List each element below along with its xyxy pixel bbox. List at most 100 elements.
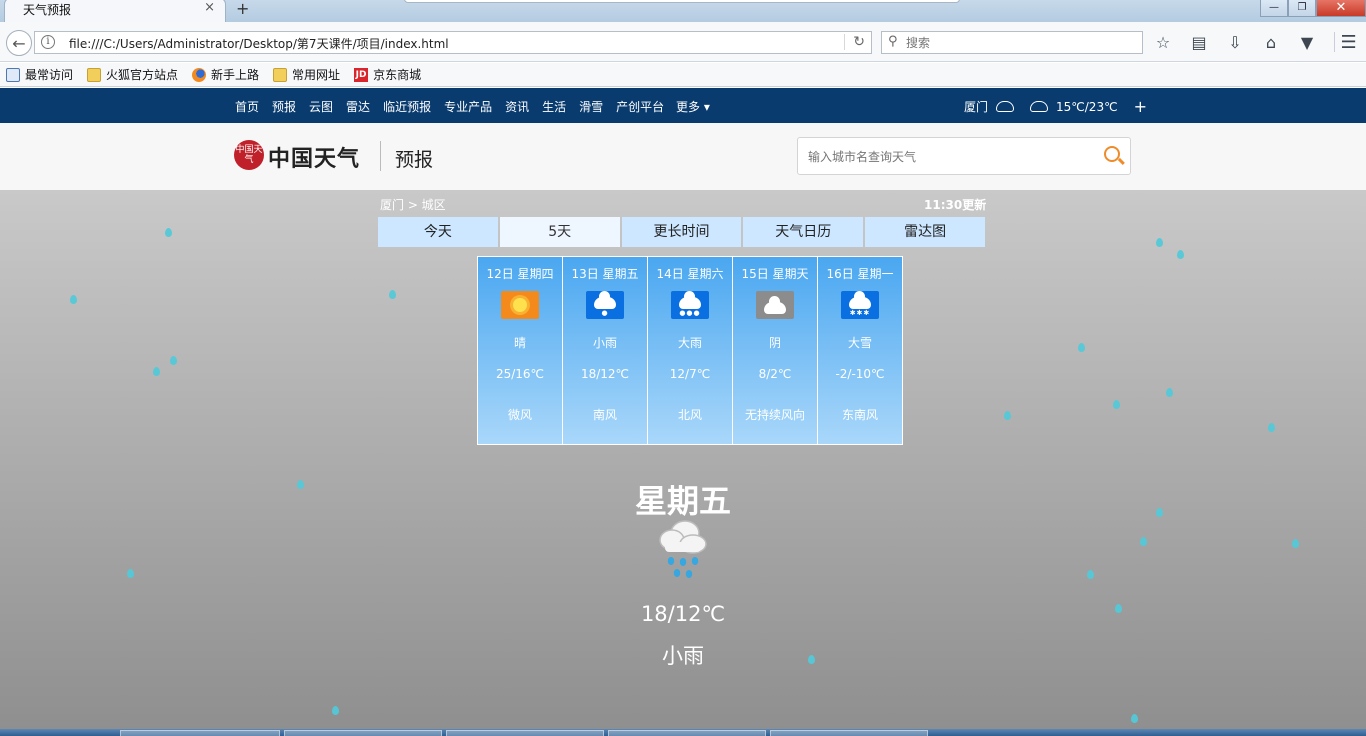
add-city-button[interactable]: + — [1134, 97, 1147, 116]
tab-longer[interactable]: 更长时间 — [621, 217, 742, 247]
nav-link-home[interactable]: 首页 — [235, 98, 259, 115]
logo-divider — [380, 141, 381, 171]
nav-link-radar[interactable]: 雷达 — [346, 98, 370, 115]
taskbar-button[interactable] — [770, 730, 928, 736]
nav-city[interactable]: 厦门 — [964, 98, 988, 115]
bookmark-firefox-site[interactable]: 火狐官方站点 — [87, 66, 178, 83]
raindrop — [170, 356, 177, 365]
sunny-icon — [501, 291, 539, 319]
reading-list-icon[interactable]: ▤ — [1188, 32, 1210, 52]
url-bar[interactable]: i file:///C:/Users/Administrator/Desktop… — [34, 31, 872, 54]
nav-link-forecast[interactable]: 预报 — [272, 98, 296, 115]
raindrop — [1156, 238, 1163, 247]
toolbar-icons: ☆ ▤ ⇩ ⌂ ▼ — [1152, 32, 1318, 52]
search-icon[interactable] — [1104, 146, 1120, 162]
nav-link-ski[interactable]: 滑雪 — [579, 98, 603, 115]
nav-link-nowcast[interactable]: 临近预报 — [383, 98, 431, 115]
nav-link-products[interactable]: 专业产品 — [444, 98, 492, 115]
partly-cloudy-icon — [1030, 101, 1049, 112]
forecast-card[interactable]: 16日 星期一 ✱✱✱ 大雪 -2/-10℃ 东南风 — [818, 257, 902, 444]
card-temp: 25/16℃ — [495, 367, 545, 381]
card-date: 16日 星期一 — [826, 267, 894, 281]
browser-search-input[interactable] — [906, 34, 1136, 51]
nav-temp-range: 15℃/23℃ — [1056, 99, 1118, 114]
tab-title: 天气预报 — [23, 3, 72, 17]
city-search-input[interactable] — [808, 148, 1088, 166]
card-temp: 8/2℃ — [758, 367, 792, 381]
card-date: 13日 星期五 — [571, 267, 639, 281]
back-arrow-icon[interactable]: ← — [6, 30, 32, 56]
browser-tabbar: 天气预报 × + — ❐ ✕ — [0, 0, 1366, 22]
forecast-card[interactable]: 14日 星期六 ●●● 大雨 12/7℃ 北风 — [648, 257, 732, 444]
forecast-card[interactable]: 15日 星期天 阴 8/2℃ 无持续风向 — [733, 257, 817, 444]
taskbar-button[interactable] — [446, 730, 604, 736]
raindrop — [389, 290, 396, 299]
card-temp: 18/12℃ — [580, 367, 630, 381]
card-wind: 无持续风向 — [744, 408, 805, 422]
raindrop — [1087, 570, 1094, 579]
raindrop — [1004, 411, 1011, 420]
tab-close-icon[interactable]: × — [204, 0, 215, 15]
logo-seal-icon: 中国天气 — [234, 140, 264, 170]
site-info-icon[interactable]: i — [41, 35, 55, 49]
light-rain-icon: ● — [586, 291, 624, 319]
forecast-tabs: 今天 5天 更长时间 天气日历 雷达图 — [378, 217, 985, 247]
tab-radar[interactable]: 雷达图 — [865, 217, 985, 247]
site-header: 中国天气 中国天气 预报 — [0, 123, 1366, 190]
weather-main: 厦门 > 城区 11:30更新 今天 5天 更长时间 天气日历 雷达图 12日 … — [0, 190, 1366, 729]
browser-tab[interactable]: 天气预报 × — [4, 0, 226, 22]
taskbar-button[interactable] — [120, 730, 280, 736]
nav-more-dropdown[interactable]: 更多 ▾ — [676, 98, 710, 115]
card-condition: 大雪 — [847, 336, 872, 350]
bookmark-most-visited[interactable]: 最常访问 — [6, 66, 73, 83]
bookmark-jd[interactable]: JD 京东商城 — [354, 66, 421, 83]
restore-button[interactable]: ❐ — [1288, 0, 1316, 17]
pocket-icon[interactable]: ▼ — [1296, 32, 1318, 52]
nav-link-life[interactable]: 生活 — [542, 98, 566, 115]
card-condition: 大雨 — [677, 336, 702, 350]
nav-link-cloud[interactable]: 云图 — [309, 98, 333, 115]
url-dropdown-edge — [404, 0, 960, 3]
url-text[interactable]: file:///C:/Users/Administrator/Desktop/第… — [69, 35, 449, 52]
new-tab-button[interactable]: + — [236, 0, 249, 18]
home-icon[interactable]: ⌂ — [1260, 32, 1282, 52]
cloud-icon — [996, 101, 1015, 112]
bookmark-label: 京东商城 — [373, 68, 422, 82]
raindrop — [1166, 388, 1173, 397]
card-condition: 晴 — [513, 336, 526, 350]
raindrop — [1113, 400, 1120, 409]
bookmark-label: 新手上路 — [211, 68, 260, 82]
tab-5-days[interactable]: 5天 — [499, 217, 620, 247]
minimize-button[interactable]: — — [1260, 0, 1288, 17]
forecast-cards: 12日 星期四 晴 25/16℃ 微风 13日 星期五 ● 小雨 18/12℃ … — [477, 256, 903, 445]
card-temp: 12/7℃ — [669, 367, 711, 381]
download-icon[interactable]: ⇩ — [1224, 32, 1246, 52]
bookmark-common-sites[interactable]: 常用网址 — [273, 66, 340, 83]
tab-calendar[interactable]: 天气日历 — [743, 217, 864, 247]
bookmark-label: 最常访问 — [25, 68, 74, 82]
folder-icon — [87, 67, 102, 82]
update-time: 11:30更新 — [924, 198, 987, 212]
taskbar-button[interactable] — [608, 730, 766, 736]
most-visited-icon — [6, 67, 20, 82]
raindrop — [1292, 539, 1299, 548]
nav-weather-widget: 厦门 15℃/23℃ + — [964, 97, 1147, 116]
forecast-card[interactable]: 13日 星期五 ● 小雨 18/12℃ 南风 — [563, 257, 647, 444]
site-logo[interactable]: 中国天气 — [268, 141, 360, 173]
raindrop — [1131, 714, 1138, 723]
taskbar-button[interactable] — [284, 730, 442, 736]
star-icon[interactable]: ☆ — [1152, 32, 1174, 52]
close-window-button[interactable]: ✕ — [1316, 0, 1366, 17]
card-wind: 北风 — [677, 408, 702, 422]
tab-today[interactable]: 今天 — [378, 217, 498, 247]
hamburger-menu-icon[interactable]: ☰ — [1334, 32, 1357, 53]
nav-link-platform[interactable]: 产创平台 — [616, 98, 664, 115]
card-wind: 东南风 — [841, 408, 878, 422]
bookmark-getting-started[interactable]: 新手上路 — [192, 66, 259, 83]
browser-search-box[interactable]: ⚲ — [881, 31, 1143, 54]
forecast-card[interactable]: 12日 星期四 晴 25/16℃ 微风 — [478, 257, 562, 444]
nav-link-news[interactable]: 资讯 — [505, 98, 529, 115]
reload-icon[interactable]: ↻ — [844, 34, 865, 50]
window-controls: — ❐ ✕ — [1260, 0, 1366, 17]
city-search-box[interactable] — [797, 137, 1131, 175]
